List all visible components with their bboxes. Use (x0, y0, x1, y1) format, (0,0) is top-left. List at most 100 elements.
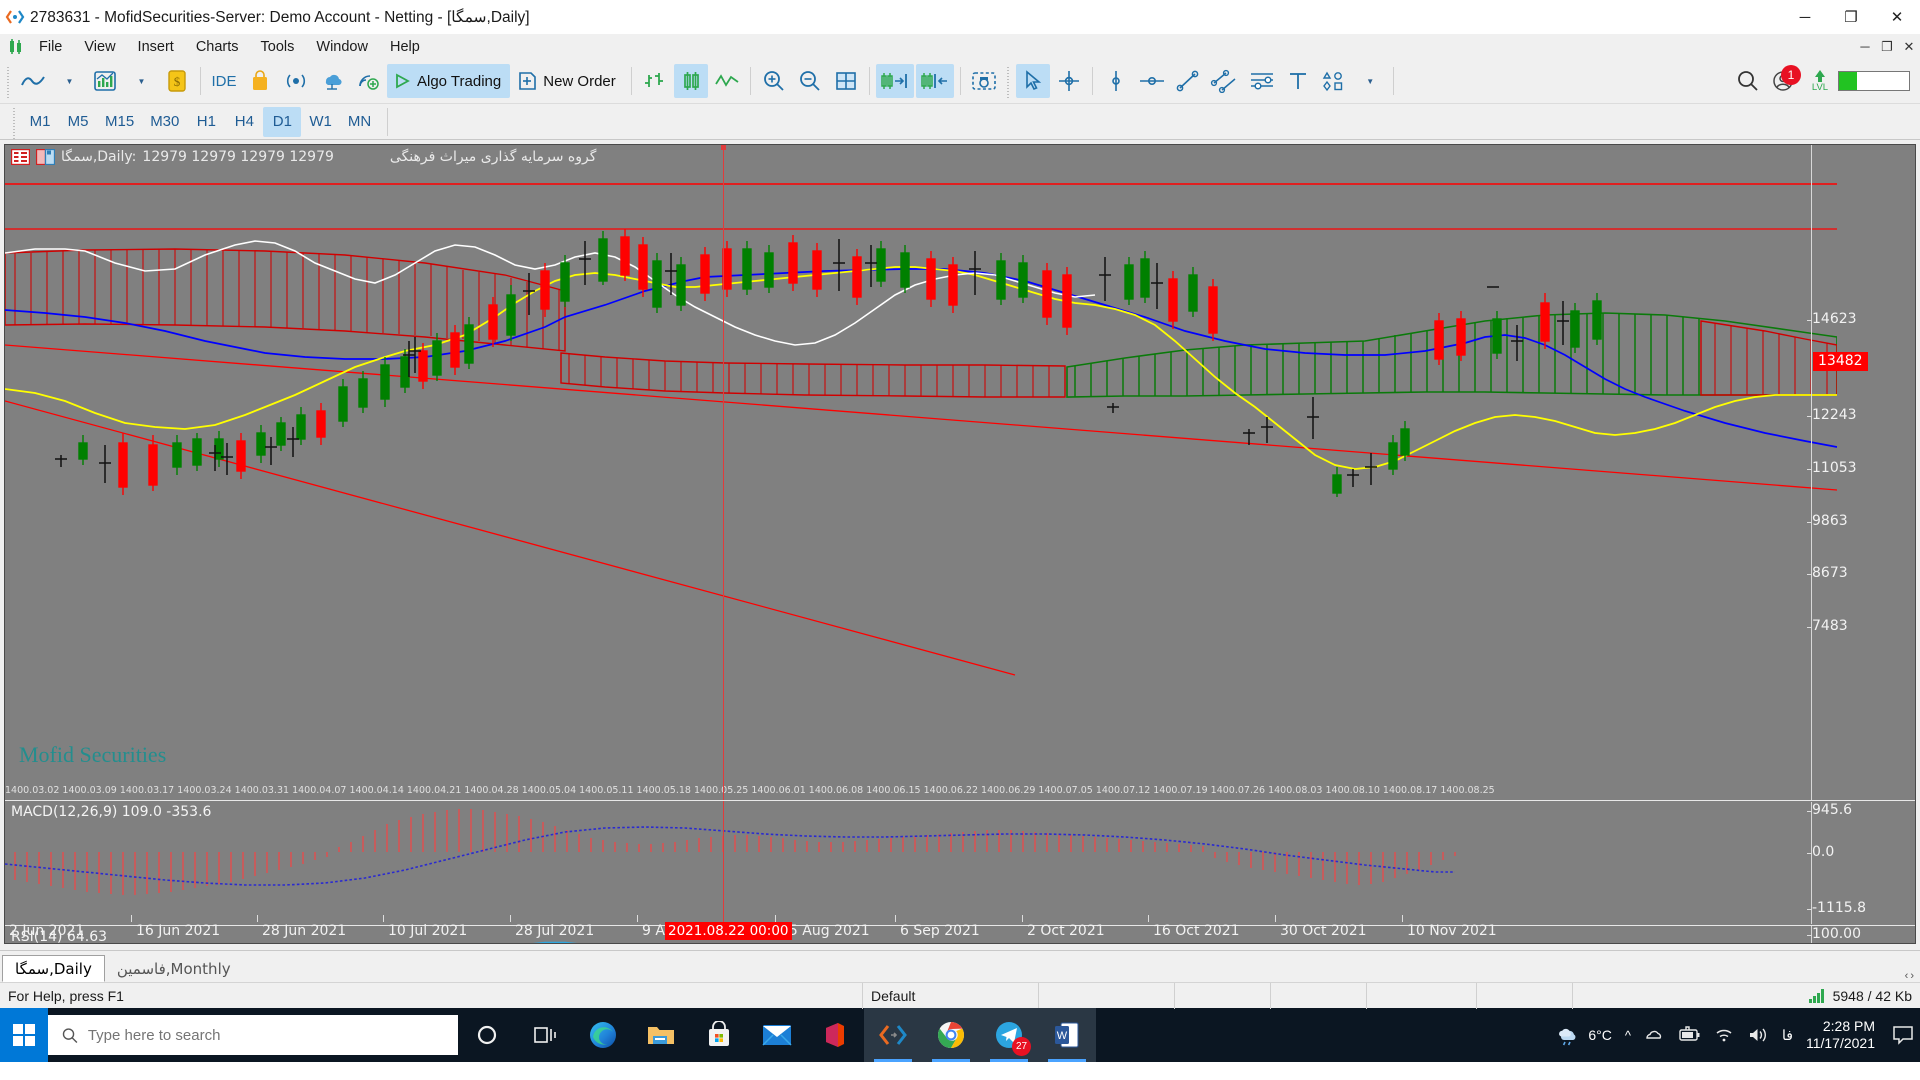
start-button[interactable] (0, 1008, 48, 1062)
price-axis[interactable]: 14623 13482 12243 11053 9863 8673 7483 (1807, 145, 1915, 801)
timeframe-grip[interactable] (11, 104, 18, 139)
algo-trading-button[interactable]: Algo Trading (387, 64, 511, 98)
taskbar-search-box[interactable] (48, 1015, 458, 1055)
weather-widget[interactable]: 6°C (1555, 1024, 1612, 1046)
timeframe-m1[interactable]: M1 (21, 107, 59, 137)
menu-item-window[interactable]: Window (305, 36, 379, 58)
microsoft-store-icon[interactable] (690, 1008, 748, 1062)
market-bag-icon[interactable] (243, 64, 277, 98)
volume-icon[interactable] (1747, 1026, 1769, 1044)
chart-canvas[interactable]: سمگا,Daily: 12979 12979 12979 12979 گروه… (4, 144, 1916, 944)
wifi-icon[interactable] (1714, 1026, 1734, 1044)
menu-item-view[interactable]: View (73, 36, 126, 58)
chart-type-dropdown-caret-icon[interactable]: ▼ (52, 64, 86, 98)
status-profile[interactable]: Default (862, 982, 1038, 1009)
telegram-badge: 27 (1012, 1037, 1031, 1056)
metatrader5-taskbar-icon[interactable] (864, 1008, 922, 1062)
cortana-icon[interactable] (458, 1008, 516, 1062)
microsoft-edge-icon[interactable] (574, 1008, 632, 1062)
trendline-tool-icon[interactable] (1171, 64, 1205, 98)
telegram-icon[interactable]: 27 (980, 1008, 1038, 1062)
timeframe-m15[interactable]: M15 (97, 107, 142, 137)
date-tick-1: 16 Jun 2021 (130, 915, 221, 939)
auto-scroll-left-icon[interactable] (915, 64, 954, 98)
channel-tool-icon[interactable] (1207, 64, 1243, 98)
timeframe-h1[interactable]: H1 (187, 107, 225, 137)
date-tick-9: 16 Oct 2021 (1148, 915, 1240, 939)
tile-windows-icon[interactable] (829, 64, 863, 98)
date-axis[interactable]: 2 Jun 2021 16 Jun 2021 28 Jun 2021 10 Ju… (5, 915, 1915, 943)
toolbar-grip-2[interactable] (1004, 64, 1012, 98)
mdi-restore-button[interactable]: ❐ (1876, 39, 1898, 55)
window-title: 2783631 - MofidSecurities-Server: Demo A… (30, 8, 530, 26)
timeframe-w1[interactable]: W1 (301, 107, 340, 137)
timeframe-mn[interactable]: MN (340, 107, 379, 137)
macd-pane-separator (5, 800, 1915, 801)
menu-item-file[interactable]: File (28, 36, 73, 58)
taskbar-clock[interactable]: 2:28 PM 11/17/2021 (1806, 1018, 1879, 1053)
mdi-close-button[interactable]: ✕ (1898, 39, 1920, 55)
shift-end-right-icon[interactable] (875, 64, 914, 98)
fibonacci-tool-icon[interactable] (1245, 64, 1279, 98)
vps-cloud-icon[interactable] (315, 64, 349, 98)
date-tick-2: 28 Jun 2021 (256, 915, 347, 939)
cursor-arrow-icon[interactable] (1015, 64, 1050, 98)
chart-type-line-icon[interactable] (16, 64, 50, 98)
ide-button[interactable]: IDE (207, 64, 241, 98)
tab-prev-arrow[interactable]: ‹ (1905, 970, 1909, 982)
chart-tab-fasmin-monthly[interactable]: فاسمین,Monthly (105, 955, 243, 982)
status-help-text: For Help, press F1 (8, 987, 124, 1004)
close-button[interactable]: ✕ (1874, 0, 1920, 34)
search-icon[interactable] (1731, 64, 1765, 98)
menu-item-charts[interactable]: Charts (185, 36, 250, 58)
mdi-minimize-button[interactable]: ─ (1854, 39, 1876, 55)
action-center-icon[interactable] (1892, 1025, 1914, 1045)
zoom-out-icon[interactable] (793, 64, 827, 98)
mail-icon[interactable] (748, 1008, 806, 1062)
copy-trading-icon[interactable] (351, 64, 385, 98)
currency-icon[interactable]: $ (160, 64, 194, 98)
signals-icon[interactable] (279, 64, 313, 98)
search-input[interactable] (87, 1026, 444, 1044)
menu-item-tools[interactable]: Tools (250, 36, 306, 58)
microsoft-word-icon[interactable]: W (1038, 1008, 1096, 1062)
crosshair-icon[interactable] (1052, 64, 1086, 98)
candlestick-chart-icon[interactable] (673, 64, 708, 98)
timeframe-m30[interactable]: M30 (142, 107, 187, 137)
google-chrome-icon[interactable] (922, 1008, 980, 1062)
indicators-dropdown-caret-icon[interactable]: ▼ (124, 64, 158, 98)
new-order-button[interactable]: New Order (512, 64, 625, 98)
line-chart-icon[interactable] (710, 64, 744, 98)
menu-item-help[interactable]: Help (379, 36, 431, 58)
indicators-icon[interactable] (88, 64, 122, 98)
timeframe-d1[interactable]: D1 (263, 106, 302, 137)
vertical-line-tool-icon[interactable] (1099, 64, 1133, 98)
battery-icon[interactable] (1677, 1026, 1701, 1044)
toolbar-grip[interactable] (5, 64, 12, 98)
shapes-dropdown-caret-icon[interactable]: ▼ (1353, 64, 1387, 98)
language-indicator[interactable]: فا (1782, 1027, 1793, 1044)
price-tick-2: 12243 (1807, 407, 1857, 423)
file-explorer-icon[interactable] (632, 1008, 690, 1062)
text-tool-icon[interactable] (1281, 64, 1315, 98)
tab-next-arrow[interactable]: › (1910, 970, 1914, 982)
microsoft-office-icon[interactable] (806, 1008, 864, 1062)
toolbar-separator-5 (959, 67, 961, 95)
onedrive-icon[interactable] (1644, 1026, 1664, 1044)
notifications-icon[interactable]: 1 (1767, 64, 1801, 98)
maximize-button[interactable]: ❐ (1828, 0, 1874, 34)
bar-chart-icon[interactable] (638, 64, 672, 98)
screenshot-icon[interactable] (967, 64, 1001, 98)
task-view-icon[interactable] (516, 1008, 574, 1062)
timeframe-m5[interactable]: M5 (59, 107, 97, 137)
minimize-button[interactable]: ─ (1782, 0, 1828, 34)
menu-item-insert[interactable]: Insert (127, 36, 185, 58)
timeframe-h4[interactable]: H4 (225, 107, 263, 137)
timeframe-separator (387, 107, 389, 136)
zoom-in-icon[interactable] (757, 64, 791, 98)
chart-tab-semga-daily[interactable]: سمگا,Daily (2, 955, 105, 982)
show-hidden-icons-chevron-icon[interactable]: ^ (1625, 1028, 1631, 1043)
price-pane-drawing (5, 183, 1837, 676)
shapes-tool-icon[interactable] (1317, 64, 1351, 98)
horizontal-line-tool-icon[interactable] (1135, 64, 1169, 98)
